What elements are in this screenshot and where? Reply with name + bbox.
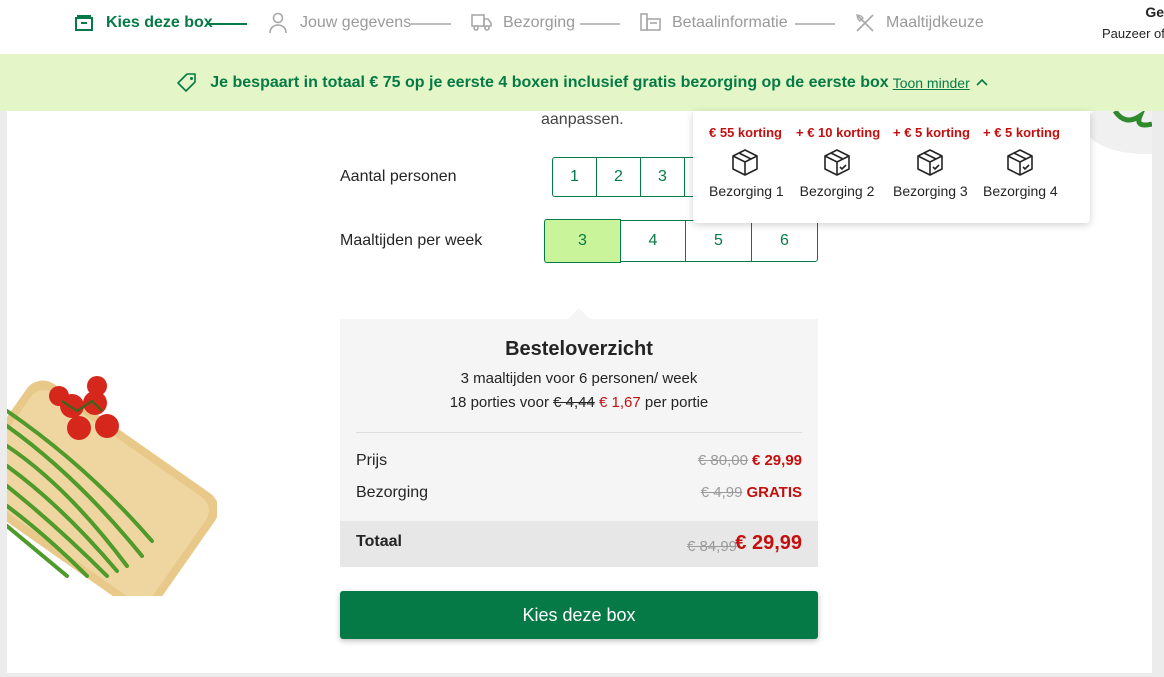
maaltijden-label: Maaltijden per week [340, 232, 483, 249]
step-connector [207, 23, 247, 25]
discount-amount: + € 5 korting [983, 125, 1060, 140]
checkout-header: Kies deze box Jouw gegevens Bezorging Be… [0, 0, 1164, 54]
row-new-price: GRATIS [746, 484, 802, 501]
delivery-discount-4: + € 5 korting Bezorging 4 [983, 125, 1060, 199]
personen-label: Aantal personen [340, 168, 457, 185]
summary-title: Besteloverzicht [505, 338, 653, 360]
delivery-discount-1: € 55 korting Bezorging 1 [709, 125, 784, 199]
package-icon [732, 149, 758, 176]
discount-amount: € 55 korting [709, 125, 782, 140]
delivery-label: Bezorging 2 [799, 183, 875, 199]
truck-icon [471, 12, 493, 34]
maaltijden-selector: 3 4 5 6 [544, 219, 818, 263]
row-label: Bezorging [356, 484, 429, 501]
kies-deze-box-button[interactable]: Kies deze box [340, 591, 818, 639]
total-label: Totaal [356, 533, 402, 550]
personen-option-1[interactable]: 1 [552, 157, 597, 197]
cutlery-icon [854, 12, 876, 34]
delivery-row: Bezorging € 4,99 GRATIS [356, 484, 802, 502]
pause-link[interactable]: Pauzeer of [1102, 26, 1164, 41]
step-jouw-gegevens[interactable]: Jouw gegevens [268, 10, 411, 36]
salad-illustration [1085, 111, 1152, 154]
step-connector [580, 23, 620, 25]
portions-prefix: 18 porties voor [449, 394, 549, 411]
chevron-up-icon[interactable] [976, 77, 988, 89]
step-kies-deze-box[interactable]: Kies deze box [74, 10, 213, 36]
savings-banner: Je bespaart in totaal € 75 op je eerste … [0, 54, 1164, 111]
delivery-discount-3: + € 5 korting Bezorging 3 [893, 125, 970, 199]
delivery-discount-2: + € 10 korting Bezorging 2 [796, 125, 881, 199]
header-account[interactable]: Ge Pauzeer of [1102, 4, 1164, 41]
step-label: Betaalinformatie [672, 14, 788, 31]
summary-meals: 3 maaltijden voor 6 personen/ week [460, 370, 698, 387]
total-new-price: € 29,99 [735, 532, 802, 554]
discount-popup: € 55 korting Bezorging 1 + € 10 korting … [693, 111, 1090, 223]
step-label: Bezorging [503, 14, 576, 31]
step-maaltijdkeuze[interactable]: Maaltijdkeuze [854, 10, 984, 36]
person-icon [268, 12, 290, 34]
step-connector [411, 23, 451, 25]
step-label: Jouw gegevens [300, 14, 412, 31]
savings-text: Je bespaart in totaal € 75 op je eerste … [210, 73, 889, 91]
total-row: Totaal € 84,99 € 29,99 [340, 521, 818, 567]
price-row: Prijs € 80,00 € 29,99 [356, 452, 802, 470]
row-old-price: € 80,00 [697, 452, 748, 469]
summary-divider [356, 432, 802, 433]
step-label: Kies deze box [106, 14, 213, 31]
maaltijden-option-6[interactable]: 6 [751, 220, 818, 262]
total-old-price: € 84,99 [686, 538, 737, 555]
discount-amount: + € 5 korting [893, 125, 970, 140]
portion-new-price: € 1,67 [599, 394, 641, 411]
package-check-icon [917, 149, 943, 176]
personen-option-3[interactable]: 3 [640, 157, 685, 197]
box-icon [74, 12, 96, 34]
portions-suffix: per portie [644, 394, 709, 411]
portion-old-price: € 4,44 [553, 394, 595, 411]
personen-option-2[interactable]: 2 [596, 157, 641, 197]
step-label: Maaltijdkeuze [886, 14, 984, 31]
delivery-label: Bezorging 1 [709, 183, 784, 199]
package-check-icon [1007, 149, 1033, 176]
summary-pointer [568, 308, 590, 319]
step-bezorging[interactable]: Bezorging [471, 10, 575, 36]
food-illustration [7, 376, 217, 596]
summary-portions: 18 porties voor € 4,44 € 1,67 per portie [340, 394, 818, 411]
price-tag-icon [176, 72, 198, 94]
maaltijden-option-3[interactable]: 3 [544, 219, 621, 263]
discount-amount: + € 10 korting [796, 125, 881, 140]
maaltijden-option-5[interactable]: 5 [685, 220, 752, 262]
personen-selector: 1 2 3 [552, 157, 704, 197]
account-name: Ge [1145, 4, 1164, 20]
step-betaalinformatie[interactable]: Betaalinformatie [640, 10, 788, 36]
maaltijden-option-4[interactable]: 4 [620, 220, 686, 262]
card-icon [640, 12, 662, 34]
order-summary: Besteloverzicht 3 maaltijden voor 6 pers… [340, 319, 818, 567]
row-label: Prijs [356, 452, 388, 469]
row-new-price: € 29,99 [751, 452, 802, 469]
step-connector [795, 23, 835, 25]
intro-text: aanpassen. [541, 111, 624, 128]
delivery-label: Bezorging 4 [983, 183, 1058, 199]
package-check-icon [824, 149, 850, 176]
toon-minder-link[interactable]: Toon minder [893, 75, 970, 91]
row-old-price: € 4,99 [700, 484, 743, 501]
delivery-label: Bezorging 3 [893, 183, 968, 199]
